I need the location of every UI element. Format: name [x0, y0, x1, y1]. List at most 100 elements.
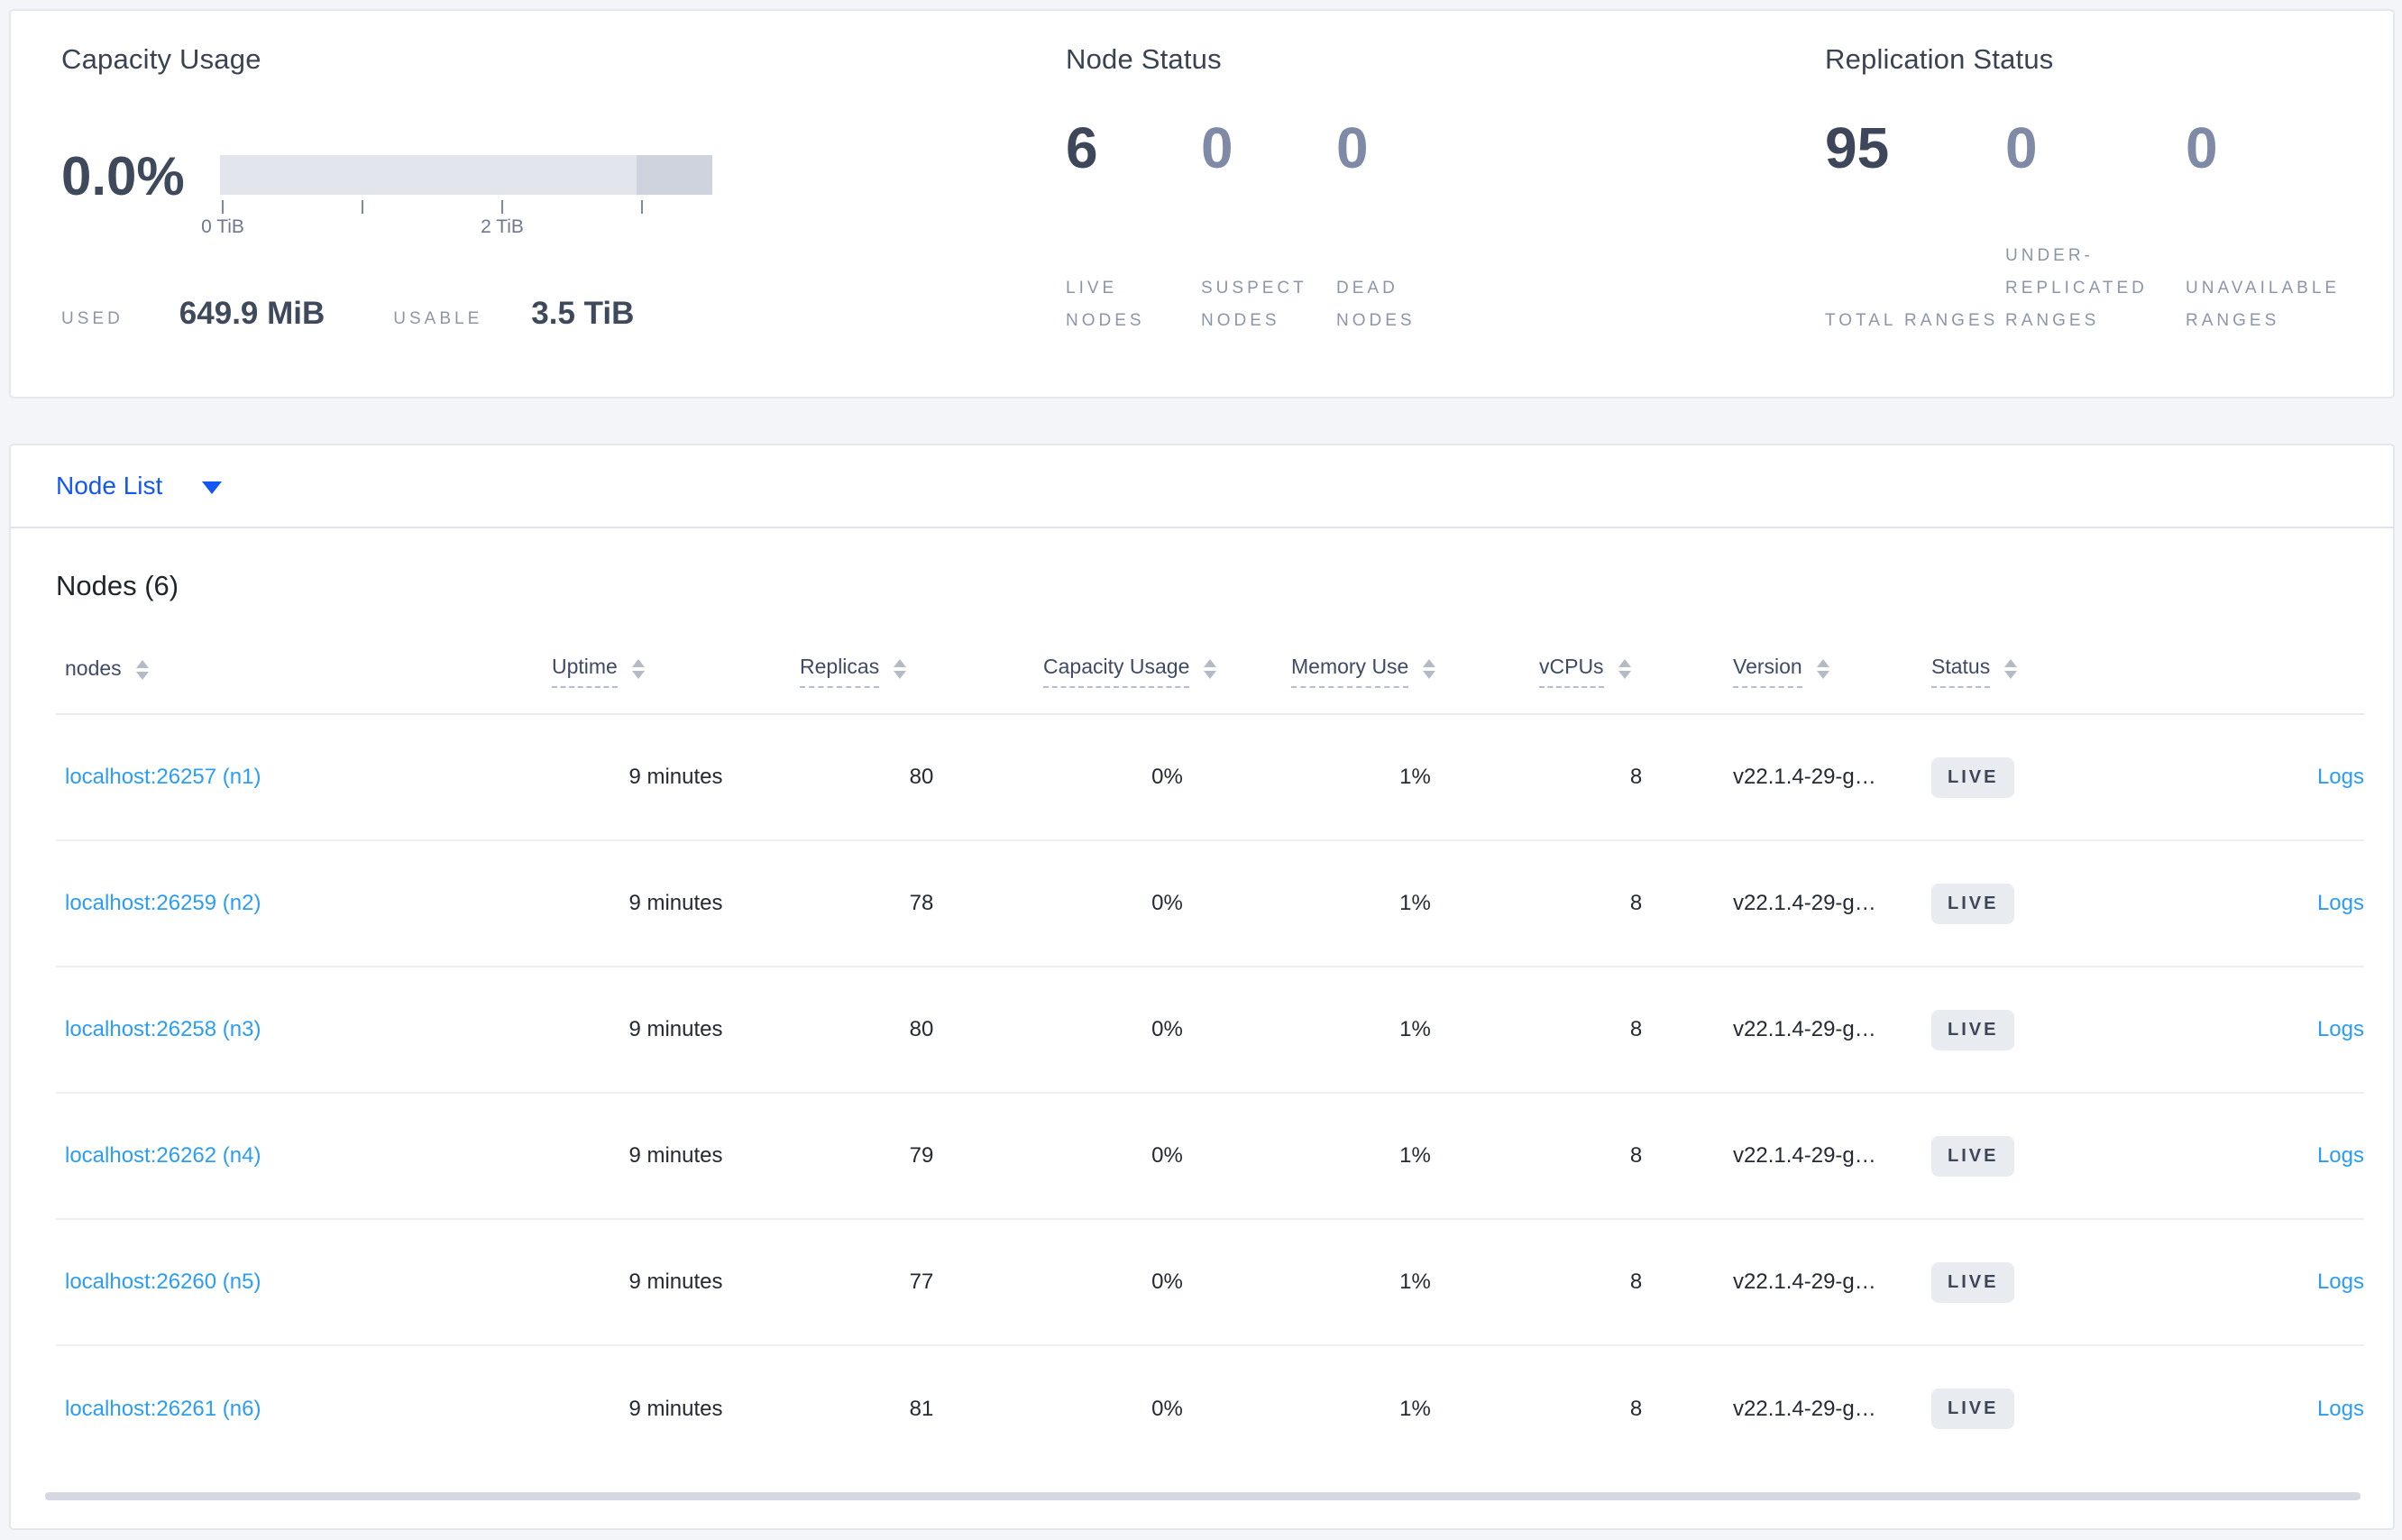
node-row: localhost:26261 (n6) 9 minutes 81 0% 1% …	[56, 1345, 2364, 1471]
replicas-cell: 80	[800, 714, 1043, 841]
replicas-cell: 80	[800, 967, 1043, 1094]
capacity-cell: 0%	[1043, 840, 1291, 967]
view-selector-bar: Node List	[9, 444, 2395, 528]
column-header-vcpus[interactable]: vCPUs	[1539, 655, 1733, 715]
version-cell: v22.1.4-29-g…	[1733, 1093, 1931, 1220]
used-value: 649.9 MiB	[179, 296, 325, 331]
axis-tick-label: 0 TiB	[201, 216, 244, 237]
axis-tick	[501, 200, 503, 214]
node-address-link[interactable]: localhost:26257 (n1)	[65, 765, 261, 789]
capacity-usage-title: Capacity Usage	[61, 43, 261, 75]
usable-label: USABLE	[393, 309, 483, 328]
vcpus-cell: 8	[1539, 1219, 1733, 1346]
sort-icon[interactable]	[1618, 658, 1631, 679]
replication-status-title: Replication Status	[1825, 43, 2054, 75]
replicas-cell: 78	[800, 840, 1043, 967]
suspect-nodes-stat: 0 SUSPECT NODES	[1201, 119, 1336, 337]
logs-link[interactable]: Logs	[2317, 1017, 2364, 1041]
version-cell: v22.1.4-29-g…	[1733, 1219, 1931, 1346]
sort-icon[interactable]	[631, 658, 645, 679]
status-badge: LIVE	[1931, 1135, 2015, 1177]
version-cell: v22.1.4-29-g…	[1733, 714, 1931, 841]
version-cell: v22.1.4-29-g…	[1733, 840, 1931, 967]
table-header-row: nodes Uptime Replicas Capacity Usage Mem…	[56, 655, 2364, 715]
live-nodes-value: 6	[1066, 115, 1098, 180]
status-badge: LIVE	[1931, 1009, 2015, 1050]
version-cell: v22.1.4-29-g…	[1733, 967, 1931, 1094]
replicas-cell: 79	[800, 1093, 1043, 1220]
node-address-link[interactable]: localhost:26259 (n2)	[65, 891, 261, 915]
column-header-replicas[interactable]: Replicas	[800, 655, 1043, 715]
vcpus-cell: 8	[1539, 1093, 1733, 1220]
node-address-link[interactable]: localhost:26260 (n5)	[65, 1270, 261, 1294]
dead-nodes-value: 0	[1336, 115, 1369, 180]
capacity-usage-panel: Capacity Usage 0.0% 0 TiB 2 TiB USED 649…	[61, 43, 747, 332]
node-list-dropdown-label: Node List	[56, 472, 163, 500]
status-badge: LIVE	[1931, 1261, 2015, 1303]
uptime-cell: 9 minutes	[552, 1219, 800, 1346]
sort-icon[interactable]	[2004, 658, 2018, 679]
column-header-version[interactable]: Version	[1733, 655, 1931, 715]
logs-link[interactable]: Logs	[2317, 1397, 2364, 1421]
uptime-cell: 9 minutes	[552, 1093, 800, 1220]
dead-nodes-stat: 0 DEAD NODES	[1336, 119, 1471, 337]
live-nodes-label: LIVE NODES	[1066, 278, 1145, 330]
replicas-cell: 77	[800, 1219, 1043, 1346]
column-header-memory-use[interactable]: Memory Use	[1291, 655, 1539, 715]
uptime-cell: 9 minutes	[552, 840, 800, 967]
capacity-bar-track	[220, 155, 712, 195]
node-row: localhost:26258 (n3) 9 minutes 80 0% 1% …	[56, 967, 2364, 1094]
axis-tick-label: 2 TiB	[481, 216, 524, 237]
nodes-table-title: Nodes (6)	[56, 570, 179, 601]
capacity-percent: 0.0%	[61, 146, 185, 206]
under-replicated-ranges-value: 0	[2005, 115, 2038, 180]
uptime-cell: 9 minutes	[552, 714, 800, 841]
node-address-link[interactable]: localhost:26262 (n4)	[65, 1143, 261, 1168]
usable-value: 3.5 TiB	[531, 296, 635, 331]
logs-link[interactable]: Logs	[2317, 1143, 2364, 1168]
status-badge: LIVE	[1931, 756, 2015, 798]
capacity-axis: 0 TiB 2 TiB	[201, 195, 712, 237]
unavailable-ranges-label: UNAVAILABLE RANGES	[2186, 278, 2341, 330]
version-cell: v22.1.4-29-g…	[1733, 1396, 1876, 1421]
unavailable-ranges-stat: 0 UNAVAILABLE RANGES	[2186, 119, 2366, 337]
sort-icon[interactable]	[1816, 658, 1829, 679]
sort-icon[interactable]	[1423, 658, 1436, 679]
column-header-status[interactable]: Status	[1931, 655, 2139, 715]
unavailable-ranges-value: 0	[2186, 115, 2218, 180]
capacity-cell: 0%	[1043, 1093, 1291, 1220]
capacity-cell: 0%	[1043, 714, 1291, 841]
logs-link[interactable]: Logs	[2317, 1270, 2364, 1294]
capacity-cell: 0%	[1043, 1219, 1291, 1346]
live-nodes-stat: 6 LIVE NODES	[1066, 119, 1201, 337]
node-row: localhost:26259 (n2) 9 minutes 78 0% 1% …	[56, 840, 2364, 967]
uptime-cell: 9 minutes	[628, 1396, 723, 1421]
memory-cell: 1%	[1291, 714, 1539, 841]
node-status-panel: Node Status 6 LIVE NODES 0 SUSPECT NODES…	[1066, 43, 1643, 337]
node-row: localhost:26262 (n4) 9 minutes 79 0% 1% …	[56, 1093, 2364, 1220]
capacity-cell: 0%	[1151, 1396, 1183, 1421]
node-address-link[interactable]: localhost:26258 (n3)	[65, 1017, 261, 1041]
suspect-nodes-value: 0	[1201, 115, 1233, 180]
memory-cell: 1%	[1399, 1396, 1431, 1421]
node-status-title: Node Status	[1066, 43, 1222, 75]
column-header-nodes[interactable]: nodes	[56, 655, 552, 715]
sort-icon[interactable]	[135, 659, 149, 680]
under-replicated-ranges-label: UNDER-REPLICATED RANGES	[2005, 245, 2148, 330]
column-header-capacity-usage[interactable]: Capacity Usage	[1043, 655, 1291, 715]
sort-icon[interactable]	[894, 658, 907, 679]
node-list-dropdown[interactable]: Node List	[56, 472, 223, 500]
column-header-uptime[interactable]: Uptime	[552, 655, 800, 715]
nodes-table-card: Nodes (6) nodes Uptime Replicas Capacity…	[9, 528, 2395, 1530]
nodes-table: nodes Uptime Replicas Capacity Usage Mem…	[56, 655, 2364, 1471]
horizontal-scrollbar[interactable]	[45, 1492, 2361, 1500]
node-row: localhost:26260 (n5) 9 minutes 77 0% 1% …	[56, 1219, 2364, 1346]
node-address-link[interactable]: localhost:26261 (n6)	[65, 1397, 261, 1421]
logs-link[interactable]: Logs	[2317, 891, 2364, 915]
dead-nodes-label: DEAD NODES	[1336, 278, 1416, 330]
axis-tick	[641, 200, 643, 214]
axis-tick	[222, 200, 224, 214]
sort-icon[interactable]	[1204, 658, 1217, 679]
memory-cell: 1%	[1291, 1219, 1539, 1346]
logs-link[interactable]: Logs	[2317, 765, 2364, 789]
